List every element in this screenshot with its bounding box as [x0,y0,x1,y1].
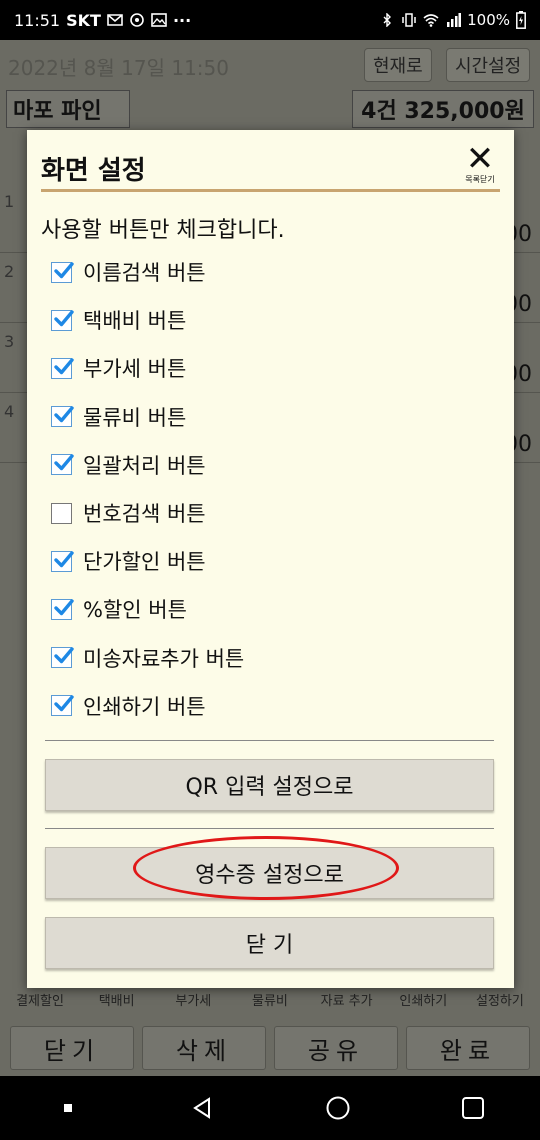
row-number: 2 [4,262,15,281]
checkbox-checked[interactable] [51,309,74,331]
divider [45,828,494,829]
checkbox-checked[interactable] [51,550,74,572]
checkbox-checked[interactable] [51,454,74,476]
checkbox-checked[interactable] [51,647,74,669]
checkbox-item[interactable]: 일괄처리 버튼 [51,441,244,489]
more-dots-icon: ··· [172,10,192,30]
toolbar-item[interactable]: 택배비 [79,990,155,1009]
wifi-icon [423,14,439,27]
qr-settings-button[interactable]: QR 입력 설정으로 [45,759,494,811]
checkmark-icon [54,454,74,471]
checkbox-label: %할인 버튼 [83,598,187,623]
toolbar-item[interactable]: 자료 추가 [309,990,385,1009]
checkbox-label: 일괄처리 버튼 [83,453,206,478]
app-bottom-bar: 닫기 삭제 공유 완료 [0,1020,540,1076]
app-date: 2022년 8월 17일 11:50 [8,56,229,80]
vibrate-icon [402,13,416,27]
checkbox-label: 미송자료추가 버튼 [83,646,245,671]
overview-icon [461,1097,484,1119]
battery-icon [516,11,526,29]
checkmark-icon [54,599,74,616]
status-time: 11:51 [14,10,61,30]
dialog-header: 화면 설정 ✕ 목록닫기 [41,139,500,192]
button-checkbox-list: 이름검색 버튼택배비 버튼부가세 버튼물류비 버튼일괄처리 버튼번호검색 버튼단… [51,248,244,730]
screen-settings-dialog: 화면 설정 ✕ 목록닫기 사용할 버튼만 체크합니다. 이름검색 버튼택배비 버… [27,130,514,988]
checkbox-item[interactable]: 물류비 버튼 [51,393,244,441]
checkbox-label: 부가세 버튼 [83,357,187,382]
status-carrier: SKT [66,10,101,30]
checkbox-label: 인쇄하기 버튼 [83,694,206,719]
recents-button[interactable] [38,1088,98,1128]
toolbar-item[interactable]: 부가세 [155,990,231,1009]
status-bar: 11:51 SKT ··· 100% [0,0,540,40]
total-summary: 4건 325,000원 [352,90,534,128]
toolbar-item[interactable]: 인쇄하기 [385,990,461,1009]
dialog-title: 화면 설정 [41,156,146,186]
sync-icon [130,13,144,27]
row-number: 4 [4,402,15,421]
checkbox-label: 물류비 버튼 [83,405,187,430]
checkmark-icon [54,406,74,423]
checkmark-icon [54,551,74,567]
app-close-button[interactable]: 닫기 [10,1026,134,1070]
close-icon: ✕ [465,139,495,179]
checkbox-checked[interactable] [51,406,74,428]
checkbox-item[interactable]: 미송자료추가 버튼 [51,634,244,682]
checkbox-label: 번호검색 버튼 [83,502,206,527]
bluetooth-icon [383,13,392,27]
dialog-instruction: 사용할 버튼만 체크합니다. [41,218,285,243]
app-delete-button[interactable]: 삭제 [142,1026,266,1070]
checkbox-item[interactable]: %할인 버튼 [51,585,244,633]
dialog-close-button[interactable]: 닫 기 [45,917,494,969]
battery-percent: 100% [467,11,510,29]
mail-icon [107,14,123,26]
time-setting-button[interactable]: 시간설정 [446,48,531,82]
checkbox-label: 택배비 버튼 [83,309,187,334]
row-number: 1 [4,192,15,211]
toolbar-item[interactable]: 결제할인 [2,990,78,1009]
close-list-label: 목록닫기 [465,175,495,184]
app-complete-button[interactable]: 완료 [406,1026,530,1070]
checkmark-icon [54,647,74,664]
checkbox-item[interactable]: 부가세 버튼 [51,344,244,392]
checkbox-item[interactable]: 번호검색 버튼 [51,489,244,537]
receipt-settings-button[interactable]: 영수증 설정으로 [45,847,494,899]
checkmark-icon [54,261,74,278]
recents-dot-icon [63,1104,72,1112]
checkmark-icon [54,310,74,326]
checkbox-item[interactable]: 인쇄하기 버튼 [51,682,244,730]
checkmark-icon [54,695,74,712]
checkbox-checked[interactable] [51,261,74,283]
checkbox-label: 이름검색 버튼 [83,261,206,286]
toolbar-item[interactable]: 물류비 [232,990,308,1009]
app-toolbar: 결제할인 택배비 부가세 물류비 자료 추가 인쇄하기 설정하기 [0,990,540,1009]
checkbox-item[interactable]: 단가할인 버튼 [51,537,244,585]
signal-icon [447,13,462,27]
checkbox-checked[interactable] [51,695,74,717]
image-icon [151,13,167,27]
shop-name: 마포 파인 [6,90,130,128]
home-button[interactable] [308,1088,368,1128]
navigation-bar [0,1076,540,1140]
divider [45,740,494,741]
checkmark-icon [54,358,74,375]
checkbox-label: 단가할인 버튼 [83,550,206,575]
checkbox-checked[interactable] [51,357,74,379]
close-list-button[interactable]: ✕ 목록닫기 [460,139,500,188]
checkbox-checked[interactable] [51,598,74,620]
row-number: 3 [4,332,15,351]
back-icon [192,1097,210,1119]
toolbar-item[interactable]: 설정하기 [462,990,538,1009]
back-button[interactable] [173,1088,233,1128]
checkbox-unchecked[interactable] [51,502,72,524]
checkbox-item[interactable]: 택배비 버튼 [51,296,244,344]
overview-button[interactable] [443,1088,503,1128]
checkbox-item[interactable]: 이름검색 버튼 [51,248,244,296]
app-share-button[interactable]: 공유 [274,1026,398,1070]
now-button[interactable]: 현재로 [364,48,432,82]
home-icon [326,1096,349,1120]
